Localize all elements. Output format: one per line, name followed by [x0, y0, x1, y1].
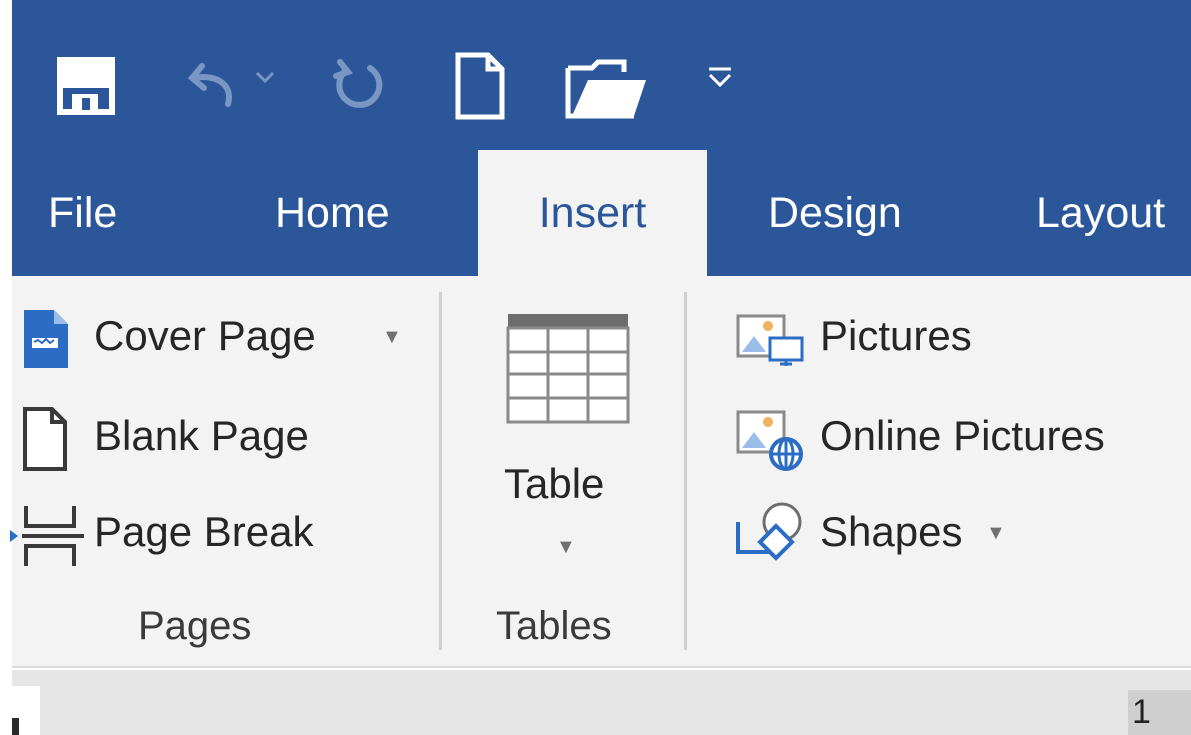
- tab-label: Layout: [1036, 188, 1166, 237]
- table-icon: [506, 314, 630, 424]
- tab-file[interactable]: File: [48, 150, 117, 276]
- pictures-label: Pictures: [820, 312, 972, 359]
- tab-label: Insert: [538, 188, 647, 237]
- shapes-label: Shapes: [820, 508, 963, 555]
- vertical-ruler: [0, 686, 40, 735]
- document-area: [12, 670, 1191, 735]
- undo-dropdown-icon[interactable]: [250, 62, 280, 92]
- table-label: Table: [504, 460, 605, 507]
- group-separator: [684, 292, 687, 650]
- page-break-label: Page Break: [94, 508, 314, 555]
- pictures-icon: [736, 314, 804, 366]
- page-number-text: 1: [1132, 693, 1151, 731]
- open-folder-icon[interactable]: [562, 54, 652, 124]
- page-break-icon: [10, 506, 84, 566]
- pages-group-label: Pages: [138, 604, 252, 648]
- page-number-indicator: 1: [1128, 690, 1191, 735]
- redo-icon[interactable]: [322, 48, 394, 120]
- online-pictures-icon: [736, 410, 803, 471]
- customize-toolbar-icon[interactable]: [700, 58, 740, 98]
- chevron-down-icon: ▼: [986, 522, 1006, 544]
- tab-label: File: [48, 188, 118, 237]
- cover-page-icon: [24, 310, 68, 368]
- tab-layout[interactable]: Layout: [1036, 150, 1165, 276]
- blank-page-icon: [23, 407, 67, 471]
- chevron-down-icon: ▼: [382, 326, 402, 348]
- tables-group-label: Tables: [496, 604, 612, 648]
- group-separator: [439, 292, 442, 650]
- undo-icon[interactable]: [180, 48, 252, 120]
- tab-label: Design: [768, 188, 902, 237]
- save-icon[interactable]: [50, 50, 122, 122]
- ruler-marker: [12, 718, 19, 735]
- new-document-icon[interactable]: [448, 48, 512, 124]
- window-left-edge: [0, 0, 12, 735]
- chevron-down-icon: ▼: [556, 536, 576, 558]
- tab-insert[interactable]: Insert: [478, 150, 707, 276]
- shapes-icon: [736, 502, 802, 561]
- online-pictures-label: Online Pictures: [820, 412, 1105, 459]
- tab-label: Home: [275, 188, 390, 237]
- tab-design[interactable]: Design: [768, 150, 902, 276]
- tab-home[interactable]: Home: [275, 150, 390, 276]
- table-button[interactable]: Table ▼: [500, 310, 636, 580]
- cover-page-label: Cover Page: [94, 312, 316, 359]
- blank-page-label: Blank Page: [94, 412, 309, 459]
